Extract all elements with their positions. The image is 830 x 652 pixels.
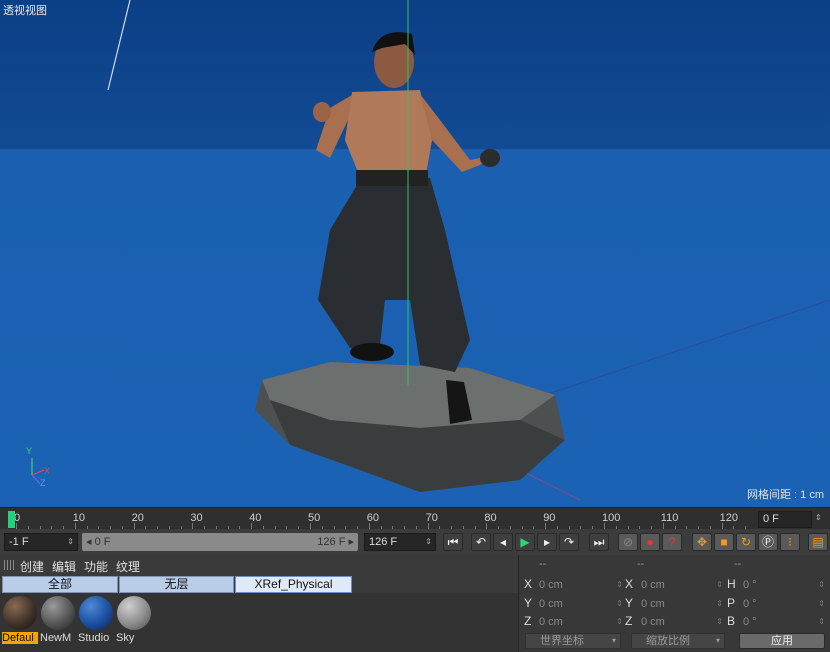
material-preview xyxy=(3,596,37,630)
rock-base xyxy=(255,362,565,492)
material-item[interactable]: Defaul xyxy=(2,596,38,646)
coordinates-panel: -- -- -- X 0 cm ⇕ X 0 cm ⇕ H 0 ° ⇕ Y 0 cm ⇕ … xyxy=(518,555,830,652)
coord-header-rotation: -- xyxy=(734,558,742,570)
tab-no-layer[interactable]: 无层 xyxy=(119,576,234,593)
previous-key-button[interactable]: ↶ xyxy=(471,533,491,551)
coordinate-mode-select[interactable]: 世界坐标 ▾ xyxy=(525,633,621,649)
menu-edit[interactable]: 编辑 xyxy=(52,558,76,575)
play-button[interactable]: ▶ xyxy=(515,533,535,551)
material-label: NewM xyxy=(40,632,72,644)
next-frame-button[interactable]: ▸ xyxy=(537,533,557,551)
go-to-start-button[interactable]: ⏮ xyxy=(443,533,463,551)
playhead[interactable] xyxy=(8,511,15,528)
transport-bar: -1 F ⇕ ◂ 0 F 126 F ▸ 126 F ⇕ ⏮ ↶ ◂ ▶ ▸ ↷… xyxy=(0,529,830,555)
axis-label: P xyxy=(727,596,736,610)
key-parameter-button[interactable]: Ⓟ xyxy=(758,533,778,551)
perspective-viewport[interactable]: 透视视图 Y X Z 网格间距 : 1 cm xyxy=(0,0,830,507)
rotation-p-field[interactable]: 0 ° ⇕ xyxy=(741,596,827,612)
material-preview xyxy=(117,596,151,630)
spinner-icon[interactable]: ⇕ xyxy=(425,534,432,550)
timeline-button[interactable]: ▤ xyxy=(808,533,828,551)
material-tabs: 全部 无层 XRef_Physical Render xyxy=(0,576,518,606)
material-label: Defaul xyxy=(2,632,38,644)
axis-label: Y xyxy=(625,596,634,610)
end-frame-value: 126 F xyxy=(369,536,398,548)
coord-header-size: -- xyxy=(637,558,645,570)
range-start: ◂ 0 F xyxy=(86,536,111,548)
grip-icon[interactable] xyxy=(4,560,14,570)
current-frame-field[interactable]: 0 F xyxy=(758,511,812,528)
scale-mode-select[interactable]: 缩放比例 ▾ xyxy=(631,633,725,649)
position-z-field[interactable]: 0 cm ⇕ xyxy=(537,614,625,630)
axis-label: Z xyxy=(524,614,532,628)
key-position-button[interactable]: ✥ xyxy=(692,533,712,551)
current-frame-spinner[interactable]: ⇕ xyxy=(815,513,822,522)
size-z-field[interactable]: 0 cm ⇕ xyxy=(639,614,725,630)
axis-label: X xyxy=(524,577,533,591)
start-frame-value: -1 F xyxy=(9,536,29,548)
record-keys-button[interactable]: ● xyxy=(640,533,660,551)
size-x-field[interactable]: 0 cm ⇕ xyxy=(639,577,725,593)
coord-header-position: -- xyxy=(539,558,547,570)
axis-label: H xyxy=(727,577,736,591)
previous-frame-button[interactable]: ◂ xyxy=(493,533,513,551)
record-disabled-icon[interactable]: ⊘ xyxy=(618,533,638,551)
axis-label: Y xyxy=(524,596,533,610)
key-pla-button[interactable]: ⁝ xyxy=(780,533,800,551)
material-item[interactable]: Sky xyxy=(116,596,152,646)
timeline[interactable]: 0 10 20 30 40 50 60 70 80 90 100 110 120 0 F ⇕ xyxy=(0,507,830,530)
viewport-title[interactable]: 透视视图 xyxy=(3,2,47,18)
material-preview xyxy=(79,596,113,630)
material-label: Studio xyxy=(78,632,110,644)
material-menu-bar: 创建 编辑 功能 纹理 xyxy=(0,555,518,575)
start-frame-field[interactable]: -1 F ⇕ xyxy=(4,533,78,551)
size-y-field[interactable]: 0 cm ⇕ xyxy=(639,596,725,612)
auto-key-button[interactable]: ? xyxy=(662,533,682,551)
axis-label: B xyxy=(727,614,736,628)
preview-range-slider[interactable]: ◂ 0 F 126 F ▸ xyxy=(82,533,358,551)
rotation-h-field[interactable]: 0 ° ⇕ xyxy=(741,577,827,593)
tab-xref-physical-render[interactable]: XRef_Physical Render xyxy=(235,576,352,606)
key-scale-button[interactable]: ■ xyxy=(714,533,734,551)
end-frame-field[interactable]: 126 F ⇕ xyxy=(364,533,436,551)
axis-label: Z xyxy=(625,614,633,628)
range-end: 126 F ▸ xyxy=(317,536,354,548)
material-item[interactable]: Studio xyxy=(78,596,114,646)
gizmo-z-label: Z xyxy=(40,478,46,488)
next-key-button[interactable]: ↷ xyxy=(559,533,579,551)
position-x-field[interactable]: 0 cm ⇕ xyxy=(537,577,625,593)
axis-label: X xyxy=(625,577,634,591)
spinner-icon[interactable]: ⇕ xyxy=(67,534,74,550)
rotation-b-field[interactable]: 0 ° ⇕ xyxy=(741,614,827,630)
tab-all[interactable]: 全部 xyxy=(2,576,118,593)
material-preview xyxy=(41,596,75,630)
material-list: Defaul NewM Studio Sky xyxy=(0,593,518,652)
material-item[interactable]: NewM xyxy=(40,596,76,646)
position-y-field[interactable]: 0 cm ⇕ xyxy=(537,596,625,612)
menu-texture[interactable]: 纹理 xyxy=(116,558,140,575)
menu-create[interactable]: 创建 xyxy=(20,558,44,575)
grid-spacing-label: 网格间距 : 1 cm xyxy=(746,489,824,501)
key-rotation-button[interactable]: ↻ xyxy=(736,533,756,551)
material-label: Sky xyxy=(116,632,135,644)
gizmo-x-label: X xyxy=(44,466,51,476)
apply-button[interactable]: 应用 xyxy=(739,633,825,649)
scene-guide-line xyxy=(107,0,131,91)
viewport-scene xyxy=(0,0,830,501)
gizmo-y-label: Y xyxy=(26,446,33,456)
go-to-end-button[interactable]: ⏭ xyxy=(589,533,609,551)
timeline-ruler[interactable]: 0 10 20 30 40 50 60 70 80 90 100 110 120 xyxy=(0,508,755,530)
menu-function[interactable]: 功能 xyxy=(84,558,108,575)
